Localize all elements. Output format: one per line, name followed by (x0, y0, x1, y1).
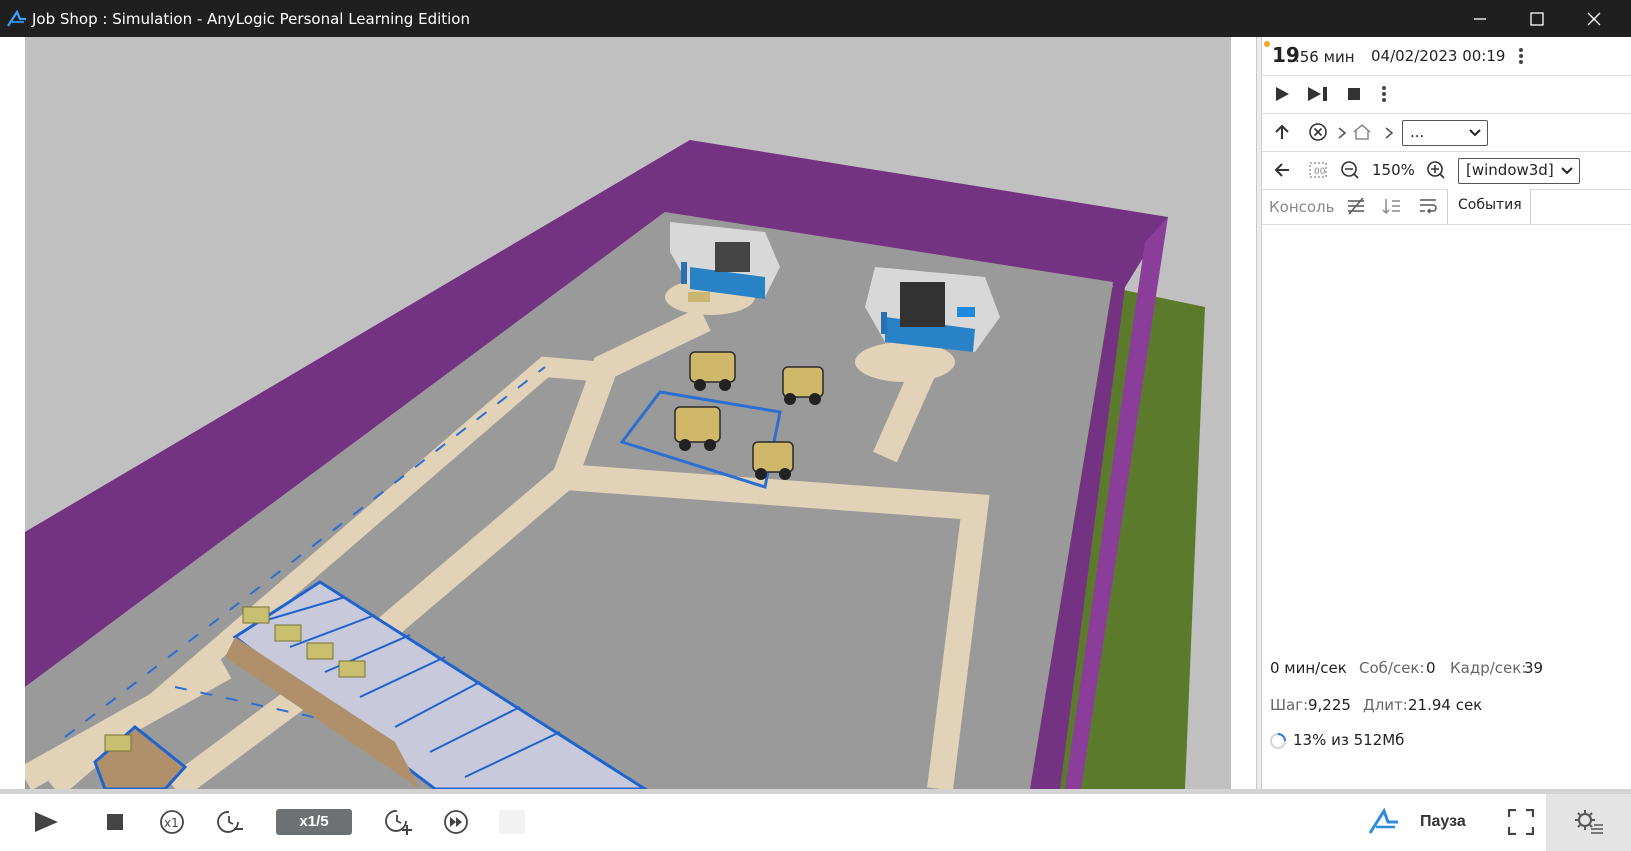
chevron-right-icon (1338, 127, 1347, 139)
step-forward-icon (1308, 87, 1327, 101)
tab-console[interactable]: Консоль (1269, 198, 1335, 216)
zoom-fit-button[interactable]: 00 (1304, 156, 1332, 184)
speed-up-button[interactable] (381, 804, 417, 840)
chevron-down-icon (1561, 167, 1573, 175)
scroll-down-icon (1382, 199, 1400, 215)
disabled-control-placeholder (499, 810, 525, 834)
stop-button[interactable] (97, 804, 133, 840)
model-date: 04/02/2023 00:19 (1371, 47, 1506, 65)
frames-per-sec-label: Кадр/сек: (1450, 659, 1527, 677)
speed-readout: 0 мин/сек (1270, 659, 1347, 677)
duration-value: 21.94 сек (1408, 696, 1483, 714)
run-button[interactable] (28, 804, 64, 840)
3d-scene[interactable] (18, 37, 1231, 789)
title-bar: Job Shop : Simulation - AnyLogic Persona… (0, 0, 1631, 37)
view-select-value: [window3d] (1466, 161, 1554, 179)
word-wrap-button[interactable] (1414, 192, 1442, 220)
close-circle-icon (1309, 123, 1327, 141)
events-per-sec-value: 0 (1426, 659, 1436, 677)
navigate-root-button[interactable] (1304, 118, 1332, 146)
agent-select[interactable]: ... (1402, 120, 1488, 146)
clear-console-button[interactable] (1342, 192, 1370, 220)
clear-list-icon (1348, 197, 1364, 215)
zoom-fit-icon: 00 (1309, 162, 1327, 178)
run-controls-row (1262, 75, 1631, 114)
console-tabs-row: Консоль События (1262, 189, 1631, 225)
maximize-icon (1530, 12, 1544, 26)
stop-button[interactable] (1340, 80, 1368, 108)
zoom-level: 150% (1372, 161, 1415, 179)
home-icon (1353, 124, 1371, 140)
arrow-left-icon (1274, 163, 1289, 177)
view-row: 00 150% [window3d] (1262, 151, 1631, 190)
zoom-in-button[interactable] (1422, 156, 1450, 184)
anylogic-home-button[interactable] (1366, 804, 1402, 840)
status-dot (1264, 41, 1270, 47)
close-icon (1587, 12, 1601, 26)
close-button[interactable] (1566, 0, 1622, 37)
tab-events-label: События (1458, 197, 1522, 213)
chevron-down-icon (1469, 129, 1481, 137)
minimize-button[interactable] (1452, 0, 1508, 37)
home-button[interactable] (1348, 118, 1376, 146)
play-icon (35, 812, 58, 832)
window-title: Job Shop : Simulation - AnyLogic Persona… (32, 10, 470, 28)
frames-per-sec-value: 39 (1524, 659, 1544, 677)
step-value: 9,225 (1308, 696, 1351, 714)
play-icon (1276, 87, 1289, 101)
developer-panel: 19 .56 мин 04/02/2023 00:19 ... 00 150% … (1261, 37, 1631, 789)
stop-icon (1348, 88, 1360, 100)
more-vertical-icon (1382, 86, 1386, 102)
chevron-right-icon (1385, 127, 1394, 139)
simulation-3d-view[interactable] (0, 37, 1256, 789)
zoom-out-icon (1341, 161, 1359, 179)
svg-text:00: 00 (1314, 167, 1326, 177)
fast-forward-icon (444, 810, 468, 834)
zoom-out-button[interactable] (1336, 156, 1364, 184)
bottom-toolbar: x1 x1/5 Пауза (0, 789, 1631, 851)
more-vertical-icon (1519, 48, 1523, 64)
pause-button[interactable]: Пауза (1420, 813, 1466, 831)
word-wrap-icon (1420, 199, 1437, 214)
run-menu-button[interactable] (1370, 80, 1398, 108)
console-output[interactable] (1262, 225, 1631, 645)
scroll-lock-button[interactable] (1378, 192, 1406, 220)
real-time-speed-button[interactable]: x1 (154, 804, 190, 840)
model-time-small: .56 мин (1295, 48, 1355, 66)
maximize-button[interactable] (1509, 0, 1565, 37)
svg-text:x1: x1 (164, 816, 179, 830)
gear-list-icon (1575, 810, 1603, 834)
duration-label: Длит: (1363, 696, 1408, 714)
minimize-icon (1474, 18, 1486, 20)
clock-minus-icon (217, 811, 243, 833)
zoom-in-icon (1427, 161, 1445, 179)
virtual-time-button[interactable] (438, 804, 474, 840)
memory-usage: 13% из 512Мб (1293, 731, 1405, 749)
settings-button[interactable] (1546, 794, 1631, 851)
step-label: Шаг: (1270, 696, 1309, 714)
agent-select-value: ... (1410, 123, 1425, 141)
factory-scene-drawing (18, 140, 1205, 789)
clock-menu-button[interactable] (1507, 42, 1535, 70)
speed-badge: x1/5 (276, 809, 352, 835)
view-select[interactable]: [window3d] (1458, 158, 1580, 184)
clock-row: 19 .56 мин 04/02/2023 00:19 (1262, 37, 1631, 76)
run-button[interactable] (1268, 80, 1296, 108)
step-button[interactable] (1304, 80, 1332, 108)
arrow-up-icon (1275, 124, 1289, 139)
memory-spinner-icon (1270, 733, 1286, 749)
navigation-row: ... (1262, 113, 1631, 152)
fullscreen-button[interactable] (1503, 804, 1539, 840)
clock-plus-icon (385, 810, 412, 835)
anylogic-logo-icon (1368, 807, 1398, 834)
back-button[interactable] (1268, 156, 1296, 184)
anylogic-logo-icon (7, 9, 26, 27)
navigate-up-button[interactable] (1268, 118, 1296, 146)
slow-down-button[interactable] (212, 804, 248, 840)
speed-x1-icon: x1 (160, 810, 184, 834)
tab-events[interactable]: События (1447, 189, 1531, 224)
fullscreen-icon (1508, 809, 1534, 835)
stop-icon (107, 814, 123, 830)
events-per-sec-label: Соб/сек: (1359, 659, 1425, 677)
